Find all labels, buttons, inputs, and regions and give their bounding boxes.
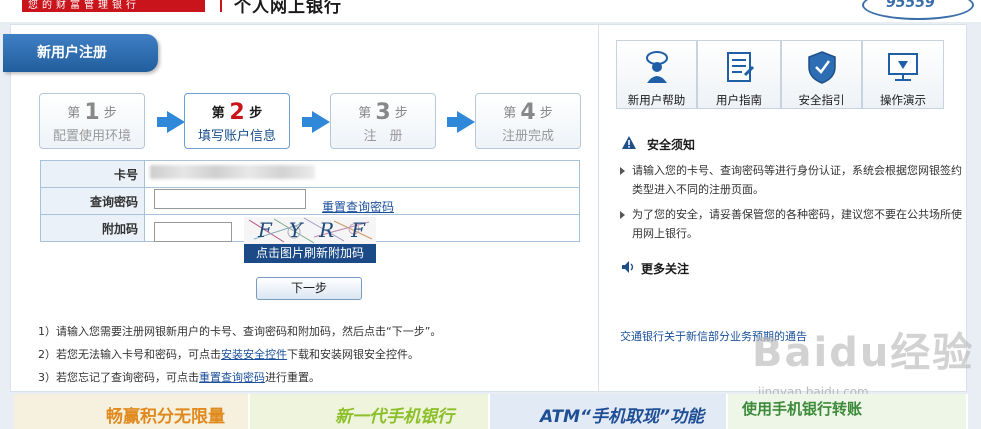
help-label: 新用户帮助 xyxy=(627,93,686,107)
step-number: 3 xyxy=(375,100,391,125)
query-password-label: 查询密码 xyxy=(40,187,145,215)
step-label: 配置使用环境 xyxy=(52,129,131,144)
operation-demo-button[interactable]: 操作演示 xyxy=(862,40,944,109)
instructions: 1）请输入您需要注册网银新用户的卡号、查询密码和附加码，然后点击“下一步”。 2… xyxy=(38,320,441,389)
step-2-current: 第 2 步 填写账户信息 xyxy=(184,93,290,149)
help-label: 安全指引 xyxy=(798,93,845,107)
help-label: 用户指南 xyxy=(716,93,762,107)
step-arrow-icon xyxy=(447,111,475,133)
list-item: 为了您的安全，请妥善保管您的各种密码，建议您不要在公共场所使用网上银行。 xyxy=(620,205,965,243)
step-label: 填写账户信息 xyxy=(197,129,276,144)
captcha-text: FYRF7 xyxy=(258,218,376,242)
captcha-refresh-caption[interactable]: 点击图片刷新附加码 xyxy=(244,244,376,263)
promo-banner-mobile-banking[interactable]: 新一代手机银行 xyxy=(250,394,490,429)
captcha-input[interactable] xyxy=(154,222,232,242)
tip-2: 2）若您无法输入卡号和密码，可点击安装安全控件下载和安装网银安全控件。 xyxy=(38,348,419,361)
reset-password-link[interactable]: 重置查询密码 xyxy=(322,198,394,215)
card-number-value-blurred xyxy=(150,165,315,179)
user-guide-button[interactable]: 用户指南 xyxy=(697,40,781,109)
query-password-input[interactable] xyxy=(154,189,306,209)
banner-text: 畅赢积分无限量 xyxy=(106,407,225,427)
security-guide-button[interactable]: 安全指引 xyxy=(781,40,862,109)
site-title: 个人网上银行 xyxy=(234,0,342,17)
banner-text: 新一代手机银行 xyxy=(335,407,454,427)
more-attention-title: 更多关注 xyxy=(641,262,690,276)
list-item: 请输入您的卡号、查询密码等进行身份认证，系统会根据您网银签约类型进入不同的注册页… xyxy=(620,161,965,199)
install-security-control-link[interactable]: 安装安全控件 xyxy=(221,348,287,361)
bank-slogan: 您的财富管理银行 xyxy=(22,0,205,12)
step-number: 4 xyxy=(520,100,536,125)
captcha-label: 附加码 xyxy=(40,214,145,242)
speaker-icon xyxy=(622,261,634,273)
top-header: 您的财富管理银行 个人网上银行 xyxy=(0,0,981,22)
banner-text: 使用手机银行转账 xyxy=(742,400,863,418)
next-step-button[interactable]: 下一步 xyxy=(256,277,362,300)
security-notice-list: 请输入您的卡号、查询密码等进行身份认证，系统会根据您网银签约类型进入不同的注册页… xyxy=(620,161,965,249)
hotline-logo-text: 95559 xyxy=(886,0,935,11)
reset-password-tip-link[interactable]: 重置查询密码 xyxy=(199,371,265,384)
card-number-label: 卡号 xyxy=(40,160,145,188)
banner-text: ATM“手机取现”功能 xyxy=(540,407,704,427)
step-1: 第 1 步 配置使用环境 xyxy=(39,93,145,149)
step-4: 第 4 步 注册完成 xyxy=(475,93,581,149)
captcha-image[interactable]: FYRF7 xyxy=(244,217,376,244)
promo-banner-transfer[interactable]: 使用手机银行转账 xyxy=(728,394,968,429)
tip-3: 3）若您忘记了查询密码，可点击重置查询密码进行重置。 xyxy=(38,371,320,384)
warning-icon xyxy=(622,136,636,149)
step-number: 1 xyxy=(84,100,100,125)
step-label: 注册完成 xyxy=(501,129,554,144)
shield-icon xyxy=(807,51,836,84)
step-arrow-icon xyxy=(302,111,330,133)
tab-new-user-registration[interactable]: 新用户注册 xyxy=(3,34,158,72)
step-arrow-icon xyxy=(157,111,185,133)
promo-banner-atm-withdraw[interactable]: ATM“手机取现”功能 xyxy=(490,394,728,429)
step-number: 2 xyxy=(229,100,245,125)
step-label: 注 册 xyxy=(363,129,403,144)
baidu-watermark: Baidu经验 xyxy=(752,330,975,376)
tip-1: 1）请输入您需要注册网银新用户的卡号、查询密码和附加码，然后点击“下一步”。 xyxy=(38,325,442,338)
monitor-demo-icon xyxy=(888,53,918,81)
promo-banner-points[interactable]: 畅赢积分无限量 xyxy=(14,394,250,429)
help-label: 操作演示 xyxy=(880,93,926,107)
step-3: 第 3 步 注 册 xyxy=(330,93,436,149)
new-user-help-button[interactable]: 新用户帮助 xyxy=(616,40,697,109)
security-notice-title: 安全须知 xyxy=(647,138,696,152)
user-help-icon xyxy=(645,51,668,83)
guide-document-icon xyxy=(727,52,755,82)
header-divider xyxy=(220,0,222,12)
